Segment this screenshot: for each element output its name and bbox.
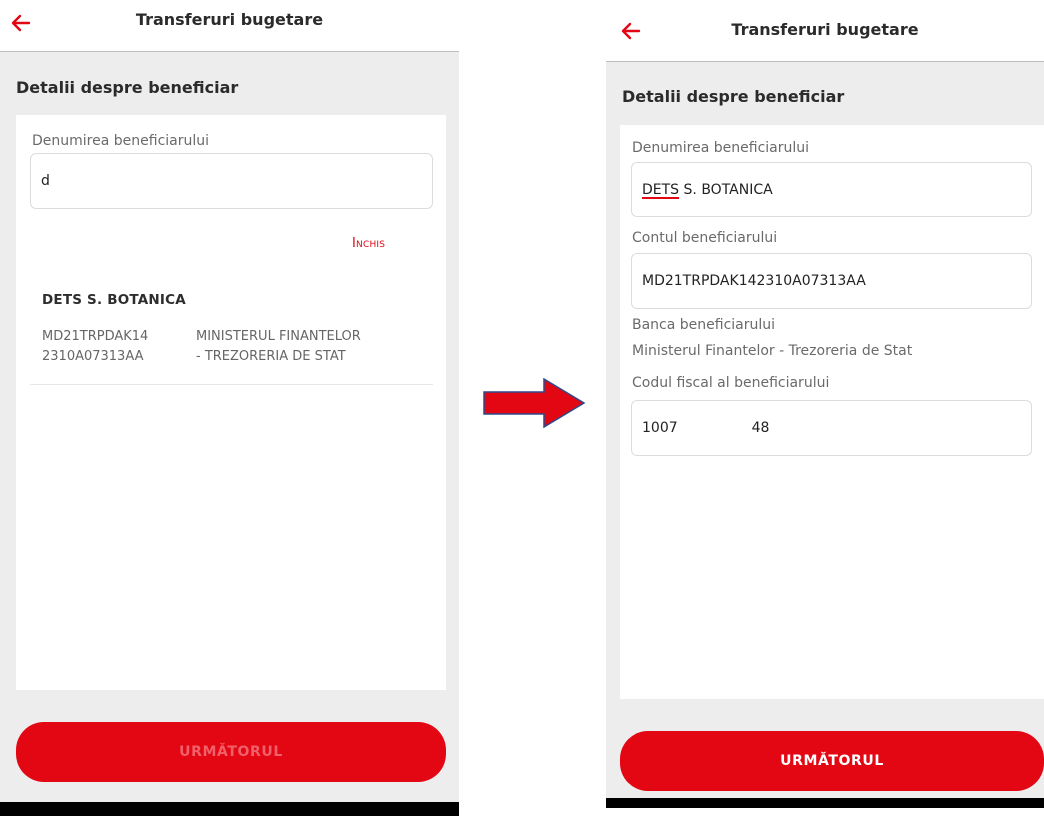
name-field-label: Denumirea beneficiarului xyxy=(632,140,810,156)
account-input-value: MD21TRPDAK142310A07313AA xyxy=(642,273,866,289)
next-button[interactable]: URMĂTORUL xyxy=(620,731,1044,791)
page-title: Transferuri bugetare xyxy=(135,10,324,29)
account-input[interactable]: MD21TRPDAK142310A07313AA xyxy=(631,253,1032,309)
next-button[interactable]: URMĂTORUL xyxy=(16,722,446,782)
name-field-label: Denumirea beneficiarului xyxy=(32,133,210,149)
suggestion-account: MD21TRPDAK14 2310A07313AA xyxy=(42,327,148,367)
system-nav-bar xyxy=(606,798,1044,808)
name-input-value-part1: DETS xyxy=(642,181,680,198)
app-bar: Transferuri bugetare xyxy=(0,0,459,52)
suggestion-bank-line2: - TREZORERIA DE STAT xyxy=(196,349,346,364)
suggestion-bank: MINISTERUL FINANTELOR - TREZORERIA DE ST… xyxy=(196,327,361,367)
name-input-value-part2: S. BOTANICA xyxy=(679,181,773,198)
system-nav-bar xyxy=(0,802,459,816)
fiscal-code-input[interactable]: 1007 48 xyxy=(631,400,1032,456)
fiscal-code-field-label: Codul fiscal al beneficiarului xyxy=(632,375,830,391)
suggestion-account-line2: 2310A07313AA xyxy=(42,349,144,364)
arrow-right-icon xyxy=(483,378,586,428)
bank-label: Banca beneficiarului xyxy=(632,317,776,333)
suggestion-account-line1: MD21TRPDAK14 xyxy=(42,329,149,344)
name-input[interactable]: DETS S. BOTANICA xyxy=(631,162,1032,217)
divider xyxy=(30,384,433,385)
fiscal-code-value-part1: 1007 xyxy=(642,420,678,436)
name-input[interactable]: d xyxy=(30,153,433,209)
page-title: Transferuri bugetare xyxy=(731,20,919,39)
account-field-label: Contul beneficiarului xyxy=(632,230,778,246)
screen-after: Transferuri bugetare Detalii despre bene… xyxy=(606,0,1044,808)
bank-value: Ministerul Finantelor - Trezoreria de St… xyxy=(632,343,913,359)
beneficiary-card: Denumirea beneficiarului DETS S. BOTANIC… xyxy=(620,125,1044,699)
beneficiary-card: Denumirea beneficiarului d Inchis DETS S… xyxy=(16,115,446,690)
section-title: Detalii despre beneficiar xyxy=(16,78,239,97)
screen-before: Transferuri bugetare Detalii despre bene… xyxy=(0,0,459,816)
fiscal-code-value-part2: 48 xyxy=(751,420,770,436)
app-bar: Transferuri bugetare xyxy=(606,0,1044,62)
close-button[interactable]: Inchis xyxy=(352,236,385,251)
name-input-value: d xyxy=(41,173,50,189)
suggestion-bank-line1: MINISTERUL FINANTELOR xyxy=(196,329,361,344)
section-title: Detalii despre beneficiar xyxy=(622,87,845,106)
suggestion-name: DETS S. BOTANICA xyxy=(42,292,186,308)
